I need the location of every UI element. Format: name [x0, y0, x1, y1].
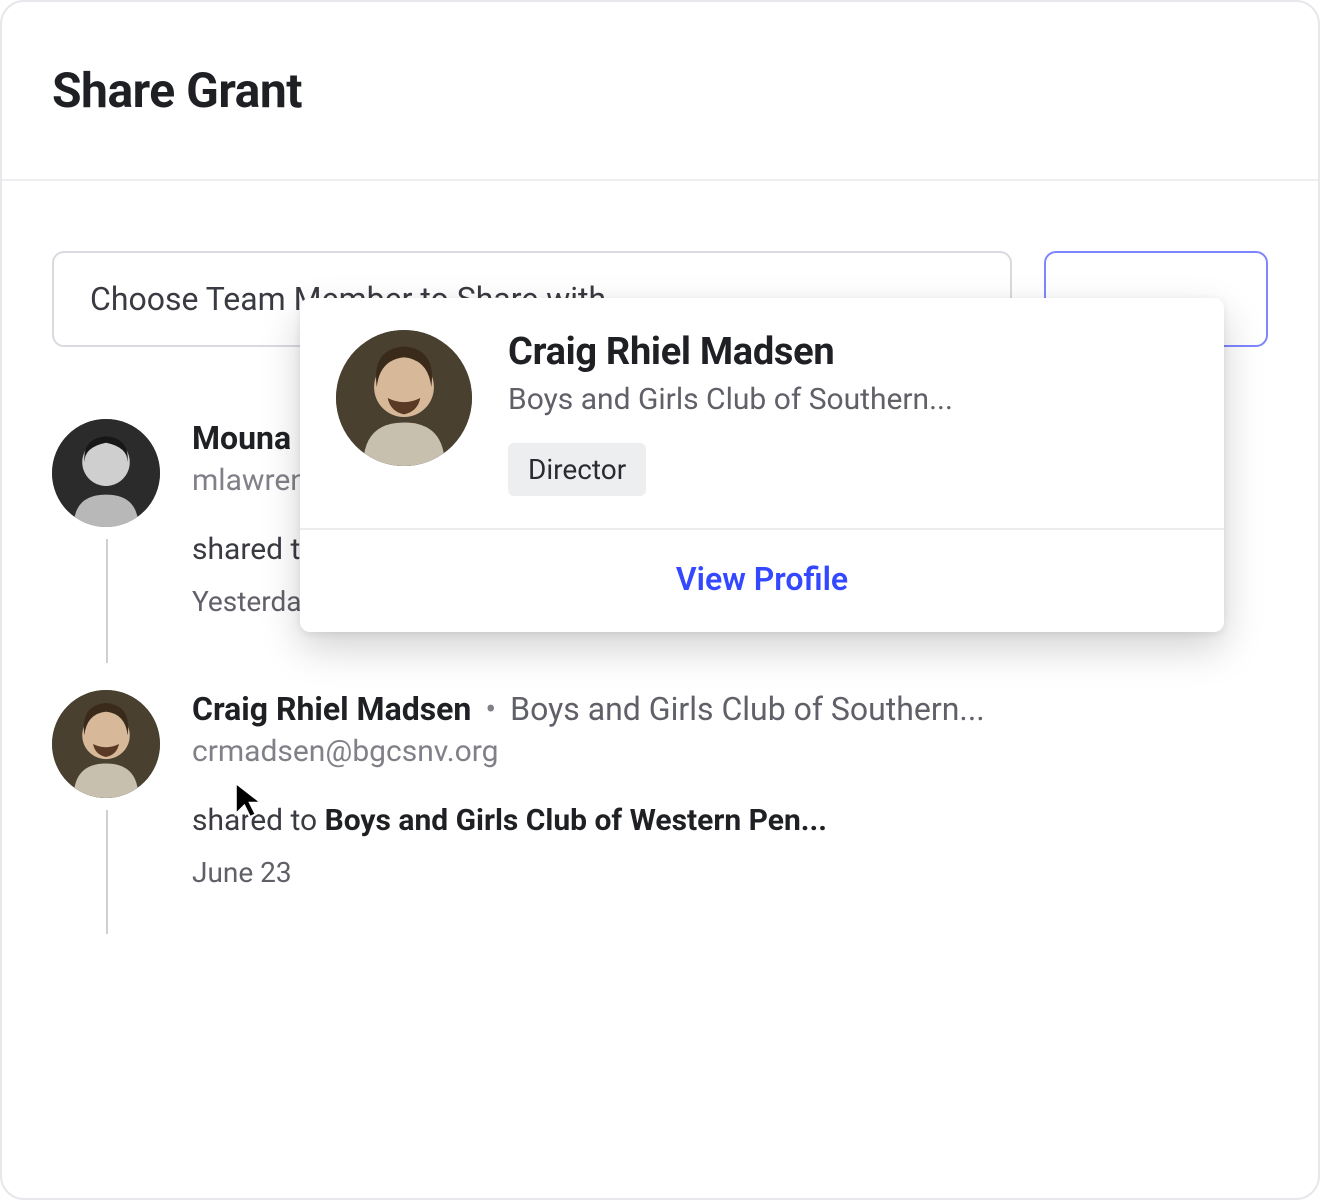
dialog: Share Grant Choose Team Member to Share … [0, 0, 1320, 1200]
avatar[interactable] [52, 690, 160, 798]
profile-popover: Craig Rhiel Madsen Boys and Girls Club o… [300, 298, 1224, 632]
profile-popover-footer: View Profile [300, 528, 1224, 632]
timeline-line [106, 810, 108, 934]
share-item-action: shared to Boys and Girls Club of Western… [192, 803, 1268, 838]
avatar[interactable] [52, 419, 160, 527]
share-item: Craig Rhiel Madsen • Boys and Girls Club… [52, 690, 1268, 889]
share-item-email: crmadsen@bgcsnv.org [192, 734, 1268, 769]
share-item-name: Craig Rhiel Madsen [192, 690, 471, 728]
view-profile-link[interactable]: View Profile [676, 560, 848, 598]
share-item-time: June 23 [192, 856, 1268, 889]
separator-dot: • [485, 690, 496, 728]
popover-name: Craig Rhiel Madsen [508, 330, 1188, 374]
popover-org: Boys and Girls Club of Southern... [508, 382, 1188, 417]
dialog-header: Share Grant [2, 2, 1318, 181]
role-chip: Director [508, 443, 646, 496]
dialog-title: Share Grant [52, 62, 1268, 119]
avatar[interactable] [336, 330, 472, 466]
share-action-prefix: shared to [192, 803, 325, 838]
profile-popover-body: Craig Rhiel Madsen Boys and Girls Club o… [300, 298, 1224, 528]
timeline-line [106, 539, 108, 663]
share-item-org: Boys and Girls Club of Southern... [510, 690, 985, 728]
share-action-target: Boys and Girls Club of Western Pen... [325, 803, 827, 838]
